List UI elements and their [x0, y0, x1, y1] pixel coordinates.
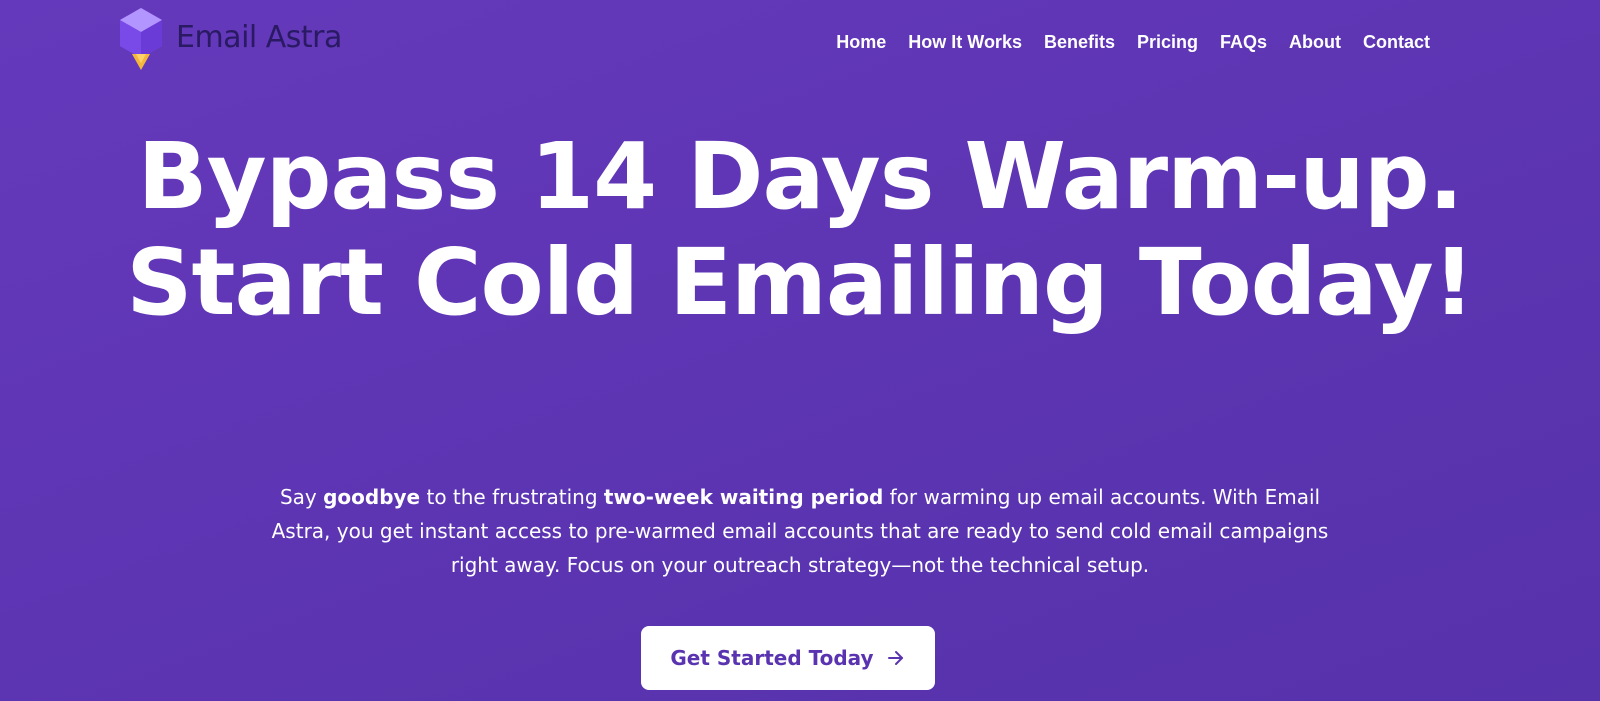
site-header: Email Astra Home How It Works Benefits P… — [0, 0, 1600, 84]
get-started-button[interactable]: Get Started Today — [641, 626, 935, 690]
cta-label: Get Started Today — [670, 646, 874, 670]
subtitle-text: Say — [279, 485, 324, 509]
arrow-right-icon — [887, 651, 903, 665]
subtitle-emphasis: two-week waiting period — [603, 485, 884, 509]
hero-title: Bypass 14 Days Warm-up. Start Cold Email… — [126, 123, 1474, 336]
nav-about[interactable]: About — [1289, 30, 1341, 54]
subtitle-text: to the frustrating — [420, 485, 604, 509]
nav-contact[interactable]: Contact — [1363, 30, 1430, 54]
subtitle-emphasis: goodbye — [323, 485, 421, 509]
nav-how-it-works[interactable]: How It Works — [908, 30, 1022, 54]
main-nav: Home How It Works Benefits Pricing FAQs … — [836, 30, 1430, 54]
nav-benefits[interactable]: Benefits — [1044, 30, 1115, 54]
nav-pricing[interactable]: Pricing — [1137, 30, 1198, 54]
hero-subtitle: Say goodbye to the frustrating two-week … — [270, 480, 1330, 582]
nav-faqs[interactable]: FAQs — [1220, 30, 1267, 54]
logo-icon — [120, 8, 162, 70]
nav-home[interactable]: Home — [836, 30, 886, 54]
logo-link[interactable]: Email Astra — [118, 6, 342, 72]
logo-text: Email Astra — [176, 19, 342, 55]
